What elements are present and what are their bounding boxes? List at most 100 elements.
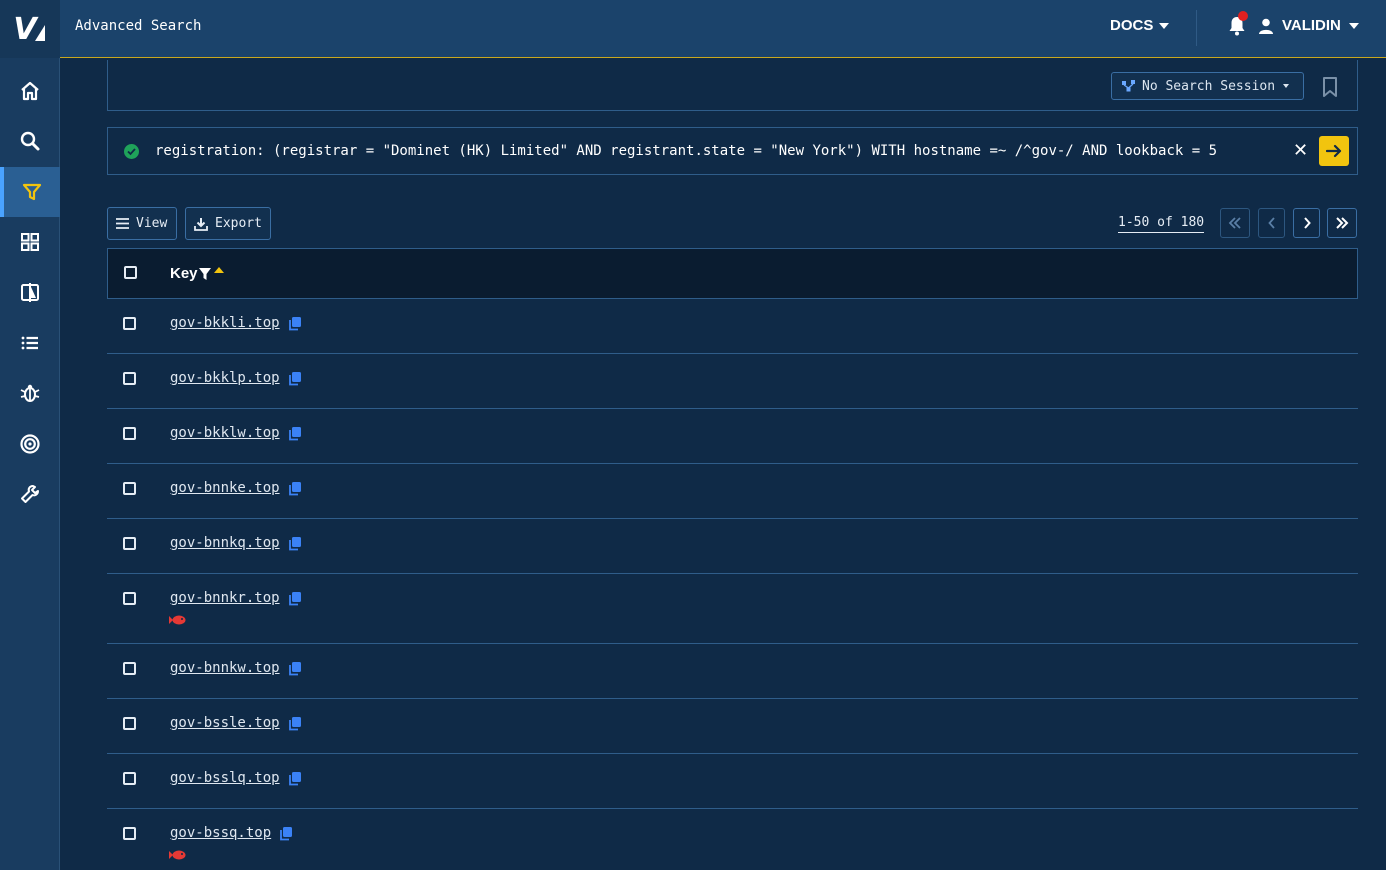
copy-icon[interactable] [288, 481, 302, 496]
copy-icon[interactable] [279, 826, 293, 841]
sidebar-item-lists[interactable] [0, 318, 60, 368]
previous-page-button[interactable] [1258, 208, 1285, 238]
download-icon [194, 217, 208, 231]
domain-link[interactable]: gov-bnnkr.top [170, 590, 280, 606]
valid-query-icon [124, 144, 139, 159]
table-row: gov-bkkli.top [107, 299, 1358, 354]
domain-link[interactable]: gov-bsslq.top [170, 770, 280, 786]
first-page-button[interactable] [1220, 208, 1250, 238]
docs-menu[interactable]: DOCS [1110, 17, 1170, 34]
page-title: Advanced Search [75, 18, 202, 34]
domain-link[interactable]: gov-bkklw.top [170, 425, 280, 441]
table-row: gov-bnnkw.top [107, 644, 1358, 699]
sidebar-item-compare[interactable] [0, 267, 60, 317]
row-checkbox[interactable] [123, 317, 136, 330]
search-session-dropdown[interactable]: No Search Session [1111, 72, 1304, 100]
domain-link[interactable]: gov-bssq.top [170, 825, 271, 841]
row-checkbox[interactable] [123, 482, 136, 495]
sidebar-item-threats[interactable] [0, 368, 60, 418]
top-bar: V Advanced Search DOCS VALIDIN [0, 0, 1386, 58]
row-checkbox[interactable] [123, 827, 136, 840]
user-label: VALIDIN [1282, 17, 1341, 34]
compare-icon [21, 283, 39, 302]
row-checkbox[interactable] [123, 537, 136, 550]
key-column-header[interactable]: Key [170, 265, 198, 282]
sidebar-item-dashboard[interactable] [0, 217, 60, 267]
row-checkbox[interactable] [123, 592, 136, 605]
row-checkbox[interactable] [123, 427, 136, 440]
user-icon [1259, 18, 1273, 34]
copy-icon[interactable] [288, 316, 302, 331]
home-icon [21, 81, 39, 101]
select-all-checkbox[interactable] [124, 266, 137, 279]
double-chevron-left-icon [1228, 217, 1241, 229]
table-row: gov-bsslq.top [107, 754, 1358, 809]
menu-lines-icon [116, 218, 129, 229]
table-row: gov-bnnke.top [107, 464, 1358, 519]
view-label: View [136, 216, 168, 231]
sidebar-item-targets[interactable] [0, 419, 60, 469]
docs-label: DOCS [1110, 17, 1154, 34]
copy-icon[interactable] [288, 536, 302, 551]
close-icon[interactable]: ✕ [1293, 140, 1308, 161]
bookmark-icon[interactable] [1320, 76, 1340, 98]
logo-mark-icon [34, 25, 45, 41]
row-checkbox[interactable] [123, 772, 136, 785]
sidebar-item-tools[interactable] [0, 469, 60, 519]
copy-icon[interactable] [288, 716, 302, 731]
copy-icon[interactable] [288, 661, 302, 676]
table-row: gov-bnnkq.top [107, 519, 1358, 574]
view-button[interactable]: View [107, 207, 177, 240]
run-query-button[interactable] [1319, 136, 1349, 166]
row-checkbox[interactable] [123, 662, 136, 675]
row-checkbox[interactable] [123, 717, 136, 730]
next-page-button[interactable] [1293, 208, 1320, 238]
table-header [107, 248, 1358, 299]
wrench-icon [21, 485, 39, 503]
session-network-icon [1122, 80, 1135, 92]
domain-link[interactable]: gov-bkkli.top [170, 315, 280, 331]
table-row: gov-bkklp.top [107, 354, 1358, 409]
header-divider [1196, 10, 1197, 46]
domain-link[interactable]: gov-bnnkq.top [170, 535, 280, 551]
sidebar-item-search[interactable] [0, 116, 60, 166]
chevron-down-icon [1159, 22, 1170, 29]
domain-link[interactable]: gov-bnnke.top [170, 480, 280, 496]
target-icon [20, 434, 40, 454]
app-logo[interactable]: V [0, 0, 60, 58]
grid-icon [21, 233, 39, 251]
sidebar [0, 58, 60, 870]
last-page-button[interactable] [1327, 208, 1357, 238]
user-menu[interactable]: VALIDIN [1258, 17, 1359, 34]
phishing-fish-icon [169, 850, 186, 860]
chevron-left-icon [1267, 217, 1275, 229]
export-button[interactable]: Export [185, 207, 271, 240]
double-chevron-right-icon [1336, 217, 1349, 229]
copy-icon[interactable] [288, 426, 302, 441]
export-label: Export [215, 216, 262, 231]
domain-link[interactable]: gov-bssle.top [170, 715, 280, 731]
copy-icon[interactable] [288, 591, 302, 606]
chevron-right-icon [1303, 217, 1311, 229]
sidebar-item-home[interactable] [0, 66, 60, 116]
table-row: gov-bssle.top [107, 699, 1358, 754]
notification-dot [1238, 11, 1248, 21]
table-row: gov-bkklw.top [107, 409, 1358, 464]
logo-text: V [13, 11, 36, 47]
bug-icon [20, 384, 40, 402]
copy-icon[interactable] [288, 771, 302, 786]
arrow-right-icon [1326, 144, 1342, 158]
search-icon [20, 131, 40, 151]
copy-icon[interactable] [288, 371, 302, 386]
list-icon [21, 336, 38, 350]
phishing-fish-icon [169, 615, 186, 625]
domain-link[interactable]: gov-bnnkw.top [170, 660, 280, 676]
filter-icon[interactable] [199, 268, 211, 280]
sort-ascending-icon[interactable] [214, 267, 224, 273]
query-text[interactable]: registration: (registrar = "Dominet (HK)… [155, 143, 1217, 159]
table-row: gov-bssq.top [107, 809, 1358, 870]
sidebar-item-advanced-search[interactable] [0, 167, 60, 217]
domain-link[interactable]: gov-bkklp.top [170, 370, 280, 386]
table-row: gov-bnnkr.top [107, 574, 1358, 644]
row-checkbox[interactable] [123, 372, 136, 385]
